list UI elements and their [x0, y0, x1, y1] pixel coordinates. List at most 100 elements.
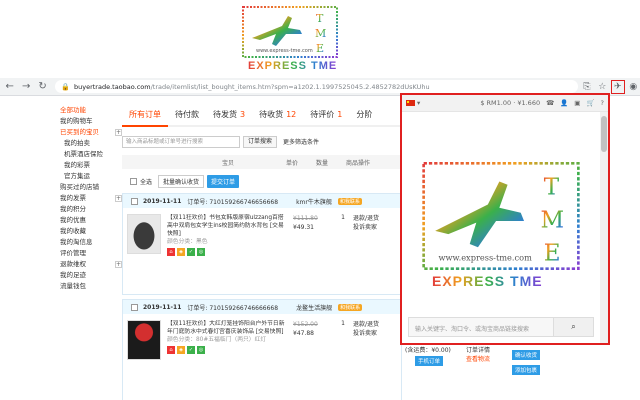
refund-link[interactable]: 退款/退货 — [353, 214, 379, 223]
refund-link[interactable]: 退款/退货 — [353, 320, 379, 329]
order-list: 所有订单 待付款 待发货 3 待收货 12 待评价 1 分阶 输入商品标题或订单号进行搜索 订单… — [122, 107, 402, 400]
expand-icon[interactable]: + — [115, 129, 122, 136]
expand-icon[interactable]: + — [115, 195, 122, 202]
address-bar[interactable]: 🔒 buyertrade.taobao.com /trade/itemlist/… — [55, 80, 579, 93]
order-checkbox[interactable] — [131, 303, 138, 311]
popup-logo: www.express-tme.com T M E — [422, 162, 580, 270]
sidebar-item-label: 退款维权 — [60, 260, 86, 268]
tab-label: 待付款 — [175, 110, 199, 119]
sidebar-item[interactable]: 流量钱包 — [60, 281, 122, 292]
shop-name[interactable]: 龙鳌生活旗舰 — [296, 303, 332, 312]
order-detail-link[interactable]: 订单详情 — [466, 345, 490, 354]
lock-icon: 🔒 — [61, 82, 70, 91]
box-icon[interactable]: ▣ — [574, 99, 580, 107]
popup-scrollbar[interactable] — [600, 112, 608, 343]
sidebar-item[interactable]: 我的收藏 — [60, 226, 122, 237]
china-flag-icon[interactable] — [406, 100, 415, 106]
popup-body: www.express-tme.com T M E EXPRESS TME 输入… — [402, 112, 600, 343]
forward-icon[interactable]: → — [19, 80, 32, 94]
bulk-confirm-button[interactable]: 批量确认收货 — [158, 174, 205, 188]
sidebar-item[interactable]: 已买到的宝贝 + — [60, 127, 122, 138]
badge-icon: ◈ — [177, 248, 185, 256]
submit-order-button[interactable]: 提交订单 — [207, 174, 240, 188]
sidebar-item[interactable]: 全部功能 — [60, 105, 122, 116]
chat-seller-button[interactable]: 和我联系 — [338, 303, 363, 311]
order-search-input[interactable]: 输入商品标题或订单号进行搜索 — [122, 135, 240, 148]
product-thumbnail[interactable] — [127, 320, 161, 360]
tab-count: 3 — [240, 110, 246, 119]
extension-plane-icon[interactable]: ✈ — [611, 79, 625, 94]
tab-label: 待评价 — [310, 110, 335, 119]
sidebar-item[interactable]: 我的足迹 — [60, 270, 122, 281]
confirm-receipt-button[interactable]: 确认收货 — [512, 350, 541, 360]
order-tab[interactable]: 分阶 — [349, 109, 379, 125]
col-after: 商品操作 — [346, 159, 371, 167]
sidebar-item[interactable]: 我的淘信息 — [60, 237, 122, 248]
order-date: 2019-11-11 — [143, 303, 182, 311]
badge-icon: ✓ — [187, 248, 195, 256]
scrollbar-thumb[interactable] — [601, 116, 607, 152]
sidebar-item-label: 我的购物车 — [60, 117, 93, 125]
order-number-label: 订单号: — [187, 304, 208, 312]
popup-search-input[interactable]: 输入关键字、淘口令、或淘宝商品链接搜索 — [409, 318, 553, 336]
sidebar-item[interactable]: 我的拍卖 — [60, 138, 122, 149]
sidebar-item[interactable]: 官方集运 — [60, 171, 122, 182]
phone-icon[interactable]: ☎ — [546, 99, 554, 107]
current-price: ¥47.88 — [293, 330, 314, 337]
sidebar-item[interactable]: 我的优惠 — [60, 215, 122, 226]
order-tab[interactable]: 待收货 12 — [252, 109, 303, 125]
cart-icon[interactable]: 🛒 — [586, 99, 594, 107]
extension-banner: www.express-tme.com T M E EXPRESS TME — [0, 0, 640, 80]
shop-name[interactable]: kmr牛木旗舰 — [296, 197, 332, 206]
add-package-button[interactable]: 添加包裹 — [512, 365, 541, 375]
profile-icon[interactable]: ◉ — [627, 80, 640, 94]
sidebar-item-label: 已买到的宝贝 — [60, 128, 99, 136]
complain-link[interactable]: 投诉卖家 — [353, 329, 379, 338]
original-price: ¥152.00 — [293, 321, 318, 328]
reload-icon[interactable]: ↻ — [36, 80, 49, 94]
order-number-value: 710159266746666668 — [209, 304, 279, 312]
select-all-checkbox[interactable] — [130, 177, 137, 185]
sidebar-item[interactable]: 我的积分 — [60, 204, 122, 215]
sidebar-item[interactable]: 评价管理 — [60, 248, 122, 259]
complain-link[interactable]: 投诉卖家 — [353, 223, 379, 232]
user-icon[interactable]: 👤 — [560, 99, 568, 107]
sidebar-item-label: 我的淘信息 — [60, 238, 93, 246]
order-tab[interactable]: 所有订单 — [122, 109, 168, 127]
product-title[interactable]: 【双11狂欢价】书包女韩版原宿ulzzang百搭高中双肩包女学生ins校园简约防… — [167, 214, 287, 238]
col-price: 单价 — [286, 159, 299, 167]
sidebar-item[interactable]: 我的发票 + — [60, 193, 122, 204]
order-search-button[interactable]: 订单搜索 — [243, 135, 278, 148]
back-icon[interactable]: ← — [3, 80, 16, 94]
expand-icon[interactable]: + — [115, 261, 122, 268]
order-tab[interactable]: 待发货 3 — [206, 109, 252, 125]
col-item: 宝贝 — [222, 159, 235, 167]
balance-display[interactable]: $ RM1.00 · ¥1.660 — [480, 99, 540, 107]
help-icon[interactable]: ? — [601, 99, 604, 107]
original-price: ¥111.80 — [293, 215, 318, 222]
tab-count: 12 — [286, 110, 297, 119]
chevron-down-icon[interactable]: ▾ — [417, 99, 420, 107]
star-icon[interactable]: ☆ — [596, 80, 609, 94]
badge-icon: ◎ — [197, 248, 205, 256]
order-tab[interactable]: 待评价 1 — [303, 109, 349, 125]
sidebar-item[interactable]: 我的彩票 — [60, 160, 122, 171]
product-info: 【双11狂欢价】大红灯笼挂饰阳台户外节日新年门庭防水中式春灯宫喜庆装饰品 [交易… — [167, 320, 287, 394]
badge-icon: ✓ — [187, 346, 195, 354]
price-cell: ¥111.80 ¥49.31 — [293, 214, 333, 288]
sidebar-item[interactable]: 我的购物车 — [60, 116, 122, 127]
product-title[interactable]: 【双11狂欢价】大红灯笼挂饰阳台户外节日新年门庭防水中式春灯宫喜庆装饰品 [交易… — [167, 320, 287, 336]
logo-letter-m: M — [315, 27, 326, 40]
sidebar-item[interactable]: 购买过的店铺 — [60, 182, 122, 193]
product-thumbnail[interactable] — [127, 214, 161, 254]
translate-icon[interactable]: ⎘ — [580, 80, 593, 94]
view-logistics-link[interactable]: 查看物流 — [466, 354, 490, 363]
sidebar-item[interactable]: 机票酒店保险 — [60, 149, 122, 160]
order-checkbox[interactable] — [131, 197, 138, 205]
chat-seller-button[interactable]: 和我联系 — [337, 197, 362, 205]
sidebar-item[interactable]: 退款维权 + — [60, 259, 122, 270]
order-tab[interactable]: 待付款 — [168, 109, 206, 125]
search-icon[interactable]: ⌕ — [553, 318, 593, 336]
more-filters-link[interactable]: 更多筛选条件 — [283, 137, 319, 146]
service-badges: ⌂ ◈ ✓ ◎ — [167, 346, 287, 354]
